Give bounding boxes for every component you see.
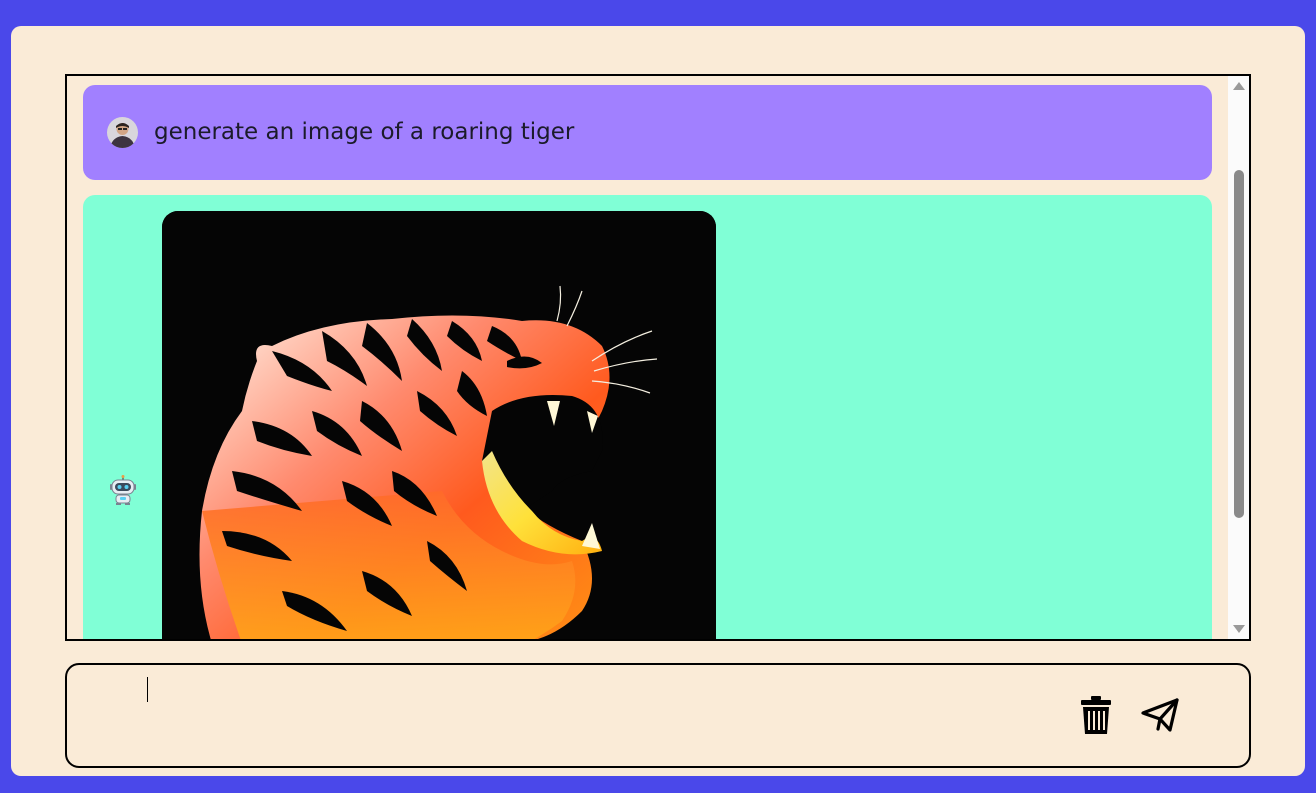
- assistant-message: [83, 195, 1212, 639]
- message-input[interactable]: [145, 677, 1049, 707]
- user-message: generate an image of a roaring tiger: [83, 85, 1212, 180]
- delete-button[interactable]: [1075, 695, 1117, 739]
- robot-avatar-icon: [107, 474, 139, 506]
- trash-icon: [1079, 695, 1113, 739]
- user-avatar-icon: [107, 117, 138, 148]
- message-composer: [65, 663, 1251, 768]
- chat-scrollbar[interactable]: [1228, 76, 1249, 639]
- scroll-up-arrow-icon[interactable]: [1233, 82, 1245, 90]
- app-frame: generate an image of a roaring tiger: [11, 26, 1305, 776]
- scroll-thumb[interactable]: [1234, 170, 1244, 518]
- paper-plane-icon: [1140, 697, 1180, 737]
- chat-history[interactable]: generate an image of a roaring tiger: [65, 74, 1251, 641]
- scroll-down-arrow-icon[interactable]: [1233, 625, 1245, 633]
- generated-tiger-image: [162, 211, 716, 639]
- send-button[interactable]: [1139, 695, 1181, 739]
- user-message-text: generate an image of a roaring tiger: [154, 119, 575, 145]
- text-caret: [147, 677, 148, 702]
